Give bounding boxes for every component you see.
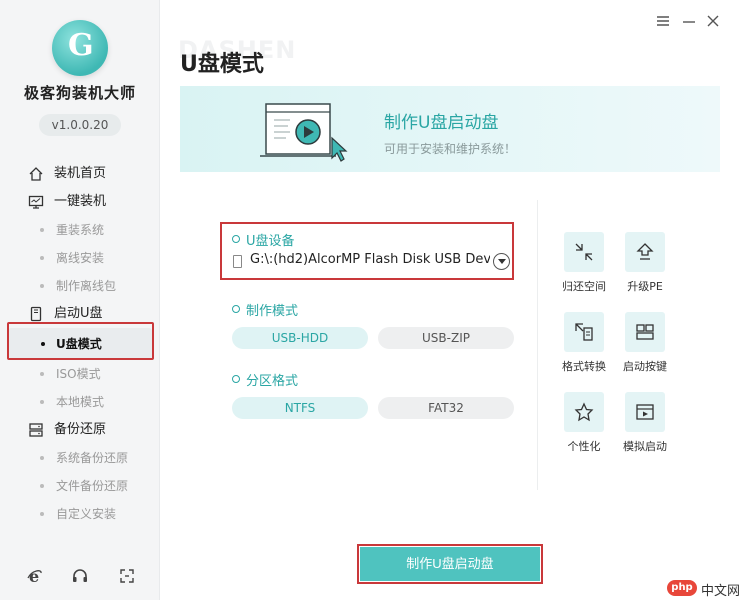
personalize-icon xyxy=(574,402,594,422)
tools-divider xyxy=(537,200,538,490)
home-icon xyxy=(29,167,43,181)
format-fat32-button[interactable]: FAT32 xyxy=(378,397,514,419)
sidebar-item-system-backup[interactable]: 系统备份还原 xyxy=(0,444,160,472)
site-name: 中文网 xyxy=(701,584,740,599)
sidebar: G 极客狗装机大师 v1.0.0.20 装机首页 一键装机 重装系统 离线安装 … xyxy=(0,0,160,600)
site-watermark: php 中文网 xyxy=(667,578,740,600)
tool-label: 个性化 xyxy=(567,440,601,453)
sidebar-item-backup-restore[interactable]: 备份还原 xyxy=(0,416,160,444)
version-badge: v1.0.0.20 xyxy=(39,114,121,136)
headset-icon[interactable] xyxy=(71,567,89,585)
tool-restore-space[interactable]: 归还空间 xyxy=(554,232,614,294)
sidebar-item-label: 启动U盘 xyxy=(54,306,103,321)
menu-icon[interactable] xyxy=(654,12,672,30)
chevron-down-icon[interactable] xyxy=(493,253,510,270)
close-icon[interactable] xyxy=(704,12,722,30)
sidebar-item-reinstall[interactable]: 重装系统 xyxy=(0,216,160,244)
sidebar-item-custom-install[interactable]: 自定义安装 xyxy=(0,500,160,528)
sidebar-bottom-bar: e xyxy=(0,565,160,593)
sidebar-nav: 装机首页 一键装机 重装系统 离线安装 制作离线包 启动U盘 U盘模式 ISO模… xyxy=(0,160,160,528)
app-window: G 极客狗装机大师 v1.0.0.20 装机首页 一键装机 重装系统 离线安装 … xyxy=(0,0,740,600)
backup-icon xyxy=(29,423,43,437)
partition-format-label: 分区格式 xyxy=(232,370,298,389)
video-tutorial-illustration[interactable] xyxy=(260,100,350,162)
ie-icon[interactable]: e xyxy=(26,567,44,585)
tool-personalize[interactable]: 个性化 xyxy=(554,392,614,454)
usb-icon xyxy=(30,306,42,322)
tool-upgrade-pe[interactable]: 升级PE xyxy=(615,232,675,294)
tool-format-convert[interactable]: 格式转换 xyxy=(554,312,614,374)
sidebar-item-boot-usb[interactable]: 启动U盘 xyxy=(0,300,160,328)
make-mode-label: 制作模式 xyxy=(232,300,298,319)
sidebar-item-offline-install[interactable]: 离线安装 xyxy=(0,244,160,272)
logo-letter: G xyxy=(68,28,94,63)
tool-boot-key[interactable]: 启动按键 xyxy=(615,312,675,374)
sidebar-item-label: 装机首页 xyxy=(54,166,107,181)
restore-space-icon xyxy=(575,243,593,261)
tool-label: 归还空间 xyxy=(562,280,606,293)
tool-label: 启动按键 xyxy=(623,360,667,373)
page-title: U盘模式 xyxy=(180,52,264,77)
tool-label: 格式转换 xyxy=(562,360,606,373)
sidebar-item-file-backup[interactable]: 文件备份还原 xyxy=(0,472,160,500)
app-logo: G xyxy=(52,20,108,76)
monitor-icon xyxy=(28,195,44,209)
svg-text:e: e xyxy=(29,567,39,585)
mode-usb-zip-button[interactable]: USB-ZIP xyxy=(378,327,514,349)
keyboard-icon xyxy=(636,324,654,340)
simulate-icon xyxy=(636,404,654,420)
usb-device-value: G:\:(hd2)AlcorMP Flash Disk USB Device xyxy=(250,252,490,267)
sidebar-item-label: 一键装机 xyxy=(54,194,107,209)
make-boot-usb-button[interactable]: 制作U盘启动盘 xyxy=(360,547,540,581)
banner-subtitle: 可用于安装和维护系统！ xyxy=(384,142,517,156)
sidebar-item-one-click-install[interactable]: 一键装机 xyxy=(0,188,160,216)
banner-title: 制作U盘启动盘 xyxy=(384,113,499,133)
minimize-icon[interactable] xyxy=(680,12,698,30)
app-name: 极客狗装机大师 xyxy=(23,84,136,102)
format-ntfs-button[interactable]: NTFS xyxy=(232,397,368,419)
usb-device-label: U盘设备 xyxy=(232,230,295,249)
sidebar-item-label: 备份还原 xyxy=(54,422,107,437)
mode-usb-hdd-button[interactable]: USB-HDD xyxy=(232,327,368,349)
upgrade-icon xyxy=(636,243,654,260)
tool-simulate-boot[interactable]: 模拟启动 xyxy=(615,392,675,454)
usb-device-select[interactable]: G:\:(hd2)AlcorMP Flash Disk USB Device xyxy=(230,252,510,272)
sidebar-item-home[interactable]: 装机首页 xyxy=(0,160,160,188)
banner: 制作U盘启动盘 可用于安装和维护系统！ xyxy=(180,86,720,172)
sidebar-item-local-mode[interactable]: 本地模式 xyxy=(0,388,160,416)
fullscreen-icon[interactable] xyxy=(118,567,136,585)
usb-drive-icon xyxy=(233,255,242,268)
sidebar-item-make-offline-pack[interactable]: 制作离线包 xyxy=(0,272,160,300)
sidebar-item-iso-mode[interactable]: ISO模式 xyxy=(0,360,160,388)
sidebar-item-usb-mode[interactable]: U盘模式 xyxy=(8,328,152,360)
convert-icon xyxy=(575,323,593,341)
php-badge: php xyxy=(667,580,697,596)
tool-label: 模拟启动 xyxy=(623,440,667,453)
tool-label: 升级PE xyxy=(627,280,663,293)
